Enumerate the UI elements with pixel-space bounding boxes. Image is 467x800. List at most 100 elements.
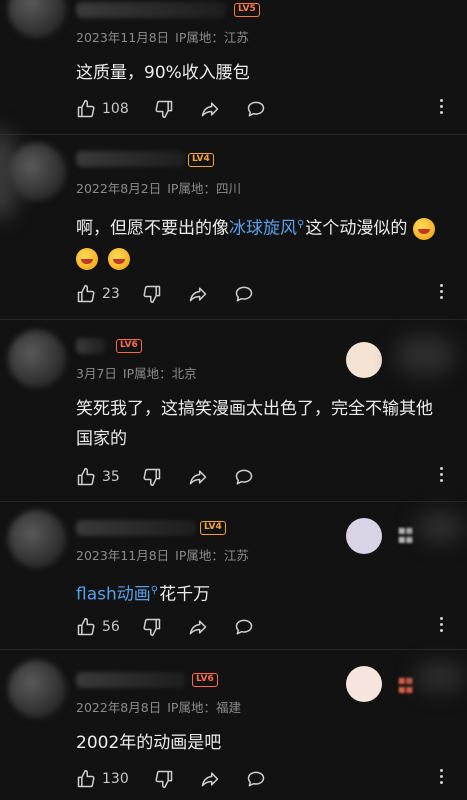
more-vertical-icon [440,467,444,482]
share-button[interactable] [188,283,208,305]
more-button[interactable] [440,769,444,787]
blurred-badge [415,512,465,542]
thumbs-up-icon [77,769,95,788]
comment-meta: 2022年8月8日 IP属地：福建 [76,697,247,716]
comment-text: 这质量，90%收入腰包 [76,63,250,83]
more-button[interactable] [440,617,444,635]
more-button[interactable] [440,467,444,485]
comment-date: 2022年8月8日 [76,700,162,715]
share-arrow-icon [189,470,207,485]
level-badge: LV4 [200,521,226,535]
comment-date: 2023年11月8日 [76,548,170,563]
reply-button[interactable] [246,768,266,790]
level-badge: LV4 [188,153,214,167]
blurred-badge [395,335,455,375]
reply-button[interactable] [234,466,254,488]
dislike-button[interactable] [154,98,174,120]
comment-text: 2002年的动画是吧 [76,733,222,753]
thumbs-up-icon [77,284,95,303]
level-badge: LV6 [192,673,218,687]
comment-meta: 2022年8月2日 IP属地：四川 [76,178,247,197]
thumbs-down-icon [143,618,161,637]
like-count: 35 [102,469,120,485]
reply-button[interactable] [234,283,254,305]
ip-location: IP属地：江苏 [175,30,249,45]
comment-date: 2023年11月8日 [76,30,170,45]
share-button[interactable] [200,98,220,120]
blurred-badge [415,662,465,692]
share-arrow-icon [201,102,219,117]
thumbs-up-icon [77,617,95,636]
chat-bubble-icon [247,771,265,787]
thumbs-up-icon [77,467,95,486]
reply-button[interactable] [246,98,266,120]
like-button[interactable]: 35 [76,466,120,488]
comment-item: LV5 2023年11月8日 IP属地：江苏 这质量，90%收入腰包 108 [0,0,467,135]
avatar[interactable] [8,330,66,388]
like-button[interactable]: 130 [76,768,129,790]
comment-text-part: 啊，但愿不要出的像 [76,218,229,239]
level-badge: LV5 [234,3,260,17]
laughing-emoji-icon [412,217,435,240]
share-arrow-icon [189,620,207,635]
comment-text: 笑死我了，这搞笑漫画太出色了，完全不输其他国家的 [76,399,433,449]
fan-badge-label: ■■ ■■ [398,526,414,544]
like-count: 23 [102,286,120,302]
comment-actions: 23 [76,283,456,305]
avatar[interactable] [8,510,66,568]
comment-item: LV4 2023年11月8日 IP属地：江苏 ■■ ■■ flash动画⚲花千万 5… [0,502,467,650]
dislike-button[interactable] [142,466,162,488]
username[interactable] [76,520,196,536]
ip-location: IP属地：北京 [122,366,197,381]
fan-badge-sticker[interactable] [346,342,382,378]
more-button[interactable] [440,284,444,302]
thumbs-down-icon [155,100,173,119]
like-count: 130 [102,771,129,787]
comment-meta: 2023年11月8日 IP属地：江苏 [76,27,255,46]
avatar[interactable] [8,660,66,718]
like-count: 56 [102,619,120,635]
thumbs-down-icon [143,285,161,304]
username[interactable] [76,672,186,688]
comment-actions: 108 [76,98,456,120]
comment-text-part: 花千万 [159,584,211,605]
comment-item: LV6 2022年8月8日 IP属地：福建 ■■ ■■ 2002年的动画是吧 130 [0,650,467,800]
comment-date: 3月7日 [76,366,117,381]
comment-actions: 56 [76,616,456,638]
fan-badge-sticker[interactable] [346,518,382,554]
share-arrow-icon [201,772,219,787]
comment-meta: 3月7日 IP属地：北京 [76,363,203,382]
laughing-emoji-icon [108,247,130,270]
share-button[interactable] [188,466,208,488]
comment-text: flash动画⚲花千万 [76,576,446,610]
search-link[interactable]: 冰球旋风 [229,219,297,239]
dislike-button[interactable] [142,283,162,305]
chat-bubble-icon [235,286,253,302]
comment-date: 2022年8月2日 [76,181,162,196]
username[interactable] [76,338,106,354]
share-button[interactable] [200,768,220,790]
fan-badge-sticker[interactable] [346,666,382,702]
like-button[interactable]: 56 [76,616,120,638]
more-button[interactable] [440,99,444,117]
comment-item: LV4 2022年8月2日 IP属地：四川 啊，但愿不要出的像冰球旋风⚲这个动漫似… [0,135,467,320]
search-link[interactable]: flash动画 [76,585,151,605]
more-vertical-icon [440,284,444,299]
more-vertical-icon [440,617,444,632]
chat-bubble-icon [247,101,265,117]
share-button[interactable] [188,616,208,638]
avatar[interactable] [8,143,66,201]
like-button[interactable]: 108 [76,98,129,120]
reply-button[interactable] [234,616,254,638]
username[interactable] [76,2,226,18]
dislike-button[interactable] [154,768,174,790]
thumbs-down-icon [143,468,161,487]
like-button[interactable]: 23 [76,283,120,305]
avatar[interactable] [8,0,66,38]
username[interactable] [76,151,186,167]
dislike-button[interactable] [142,616,162,638]
laughing-emoji-icon [76,247,98,270]
search-icon: ⚲ [297,219,305,230]
search-icon: ⚲ [150,585,159,596]
comment-actions: 130 [76,768,456,790]
